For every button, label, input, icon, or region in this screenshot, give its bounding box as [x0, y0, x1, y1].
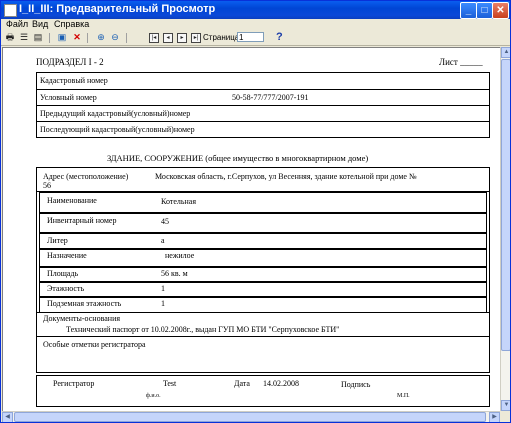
- sheet-label: Лист _____: [439, 57, 483, 67]
- horizontal-scroll-thumb[interactable]: [14, 412, 486, 422]
- vertical-scrollbar[interactable]: ▲ ▼: [500, 47, 510, 411]
- row-divider: [36, 105, 489, 106]
- window-title: I_II_III: Предварительный Просмотр: [19, 3, 216, 15]
- row-divider: [36, 312, 489, 313]
- purpose-row: [39, 248, 487, 268]
- page-label: Страница:: [203, 33, 242, 42]
- building-title: ЗДАНИЕ, СООРУЖЕНИЕ (общее имущество в мн…: [107, 153, 369, 163]
- cadastral-number-label: Кадастровый номер: [40, 76, 108, 85]
- conditional-number-label: Условный номер: [40, 93, 97, 102]
- horizontal-scrollbar[interactable]: ◀ ▶: [2, 411, 500, 422]
- vertical-scroll-thumb[interactable]: [501, 59, 510, 351]
- zoom-out-icon[interactable]: ⊖: [109, 32, 121, 43]
- menu-file[interactable]: Файл: [6, 19, 28, 29]
- last-page-icon[interactable]: ▸|: [191, 33, 201, 43]
- floors-label: Этажность: [47, 284, 85, 293]
- app-icon: [4, 4, 17, 17]
- toolbar-separator: [87, 33, 88, 43]
- purpose-label: Назначение: [47, 251, 87, 260]
- prev-page-icon[interactable]: ◂: [163, 33, 173, 43]
- fio-label: ф.и.о.: [146, 393, 161, 399]
- conditional-number-value: 50-58-77/777/2007-191: [232, 93, 309, 102]
- close-button[interactable]: ✕: [492, 2, 509, 19]
- address-label: Адрес (местоположение): [43, 172, 129, 181]
- next-number-label: Последующий кадастровый(условный)номер: [40, 125, 195, 134]
- floors-value: 1: [161, 284, 165, 293]
- name-value: Котельная: [161, 197, 197, 206]
- date-label: Дата: [234, 379, 250, 388]
- export-icon[interactable]: ▤: [32, 32, 44, 43]
- signature-label: Подпись: [341, 380, 371, 389]
- zoom-in-icon[interactable]: ⊕: [95, 32, 107, 43]
- page-number-input[interactable]: 1: [237, 32, 264, 42]
- close-red-x-icon[interactable]: ✕: [71, 32, 83, 43]
- area-label: Площадь: [47, 269, 79, 278]
- toolbar-separator: [49, 33, 50, 43]
- menu-bar: Файл Вид Справка: [1, 19, 510, 31]
- inventory-label: Инвентарный номер: [47, 216, 117, 225]
- scroll-left-icon[interactable]: ◀: [2, 412, 13, 422]
- toolbar: 🖶 ☰ ▤ ▣ ✕ ⊕ ⊖ |◂ ◂ ▸ ▸| Страница: 1 ?: [1, 31, 510, 46]
- zoom-fit-icon[interactable]: ▣: [56, 32, 68, 43]
- name-row: [39, 192, 487, 214]
- menu-help[interactable]: Справка: [54, 19, 89, 29]
- row-divider: [36, 336, 489, 337]
- address-value-line2: 56: [43, 181, 51, 190]
- first-page-icon[interactable]: |◂: [149, 33, 159, 43]
- preview-window: I_II_III: Предварительный Просмотр _ □ ✕…: [0, 0, 511, 423]
- toolbar-separator: [126, 33, 127, 43]
- menu-view[interactable]: Вид: [32, 19, 48, 29]
- underground-floors-value: 1: [161, 299, 165, 308]
- documents-value: Технический паспорт от 10.02.2008г., выд…: [66, 325, 340, 334]
- print-icon[interactable]: 🖶: [4, 32, 16, 43]
- preview-viewport[interactable]: ПОДРАЗДЕЛ I - 2 Лист _____ Кадастровый н…: [2, 47, 500, 412]
- section-title: ПОДРАЗДЕЛ I - 2: [36, 57, 104, 67]
- name-label: Наименование: [47, 196, 97, 205]
- documents-label: Документы-основания: [43, 314, 121, 323]
- scroll-up-icon[interactable]: ▲: [501, 47, 510, 58]
- minimize-button[interactable]: _: [460, 2, 477, 19]
- underground-floors-label: Подземная этажность: [47, 299, 122, 308]
- maximize-button[interactable]: □: [476, 2, 493, 19]
- registrar-label: Регистратор: [53, 379, 95, 388]
- report-page: ПОДРАЗДЕЛ I - 2 Лист _____ Кадастровый н…: [3, 48, 500, 412]
- mp-label: М.П.: [397, 393, 410, 399]
- inventory-value: 45: [161, 217, 169, 226]
- next-page-icon[interactable]: ▸: [177, 33, 187, 43]
- notes-label: Особые отметки регистратора: [43, 340, 146, 349]
- date-value: 14.02.2008: [263, 379, 299, 388]
- purpose-value: нежилое: [165, 251, 195, 260]
- liter-label: Литер: [47, 236, 68, 245]
- previous-number-label: Предыдущий кадастровый(условный)номер: [40, 109, 191, 118]
- area-value: 56 кв. м: [161, 269, 188, 278]
- print-setup-icon[interactable]: ☰: [18, 32, 30, 43]
- registrar-value: Test: [163, 379, 177, 388]
- title-bar: I_II_III: Предварительный Просмотр _ □ ✕: [1, 1, 510, 19]
- liter-value: а: [161, 236, 165, 245]
- scroll-down-icon[interactable]: ▼: [501, 400, 510, 411]
- address-value: Московская область, г.Серпухов, ул Весен…: [155, 172, 417, 181]
- scroll-right-icon[interactable]: ▶: [489, 412, 500, 422]
- row-divider: [36, 121, 489, 122]
- help-icon[interactable]: ?: [276, 31, 283, 43]
- row-divider: [36, 89, 489, 90]
